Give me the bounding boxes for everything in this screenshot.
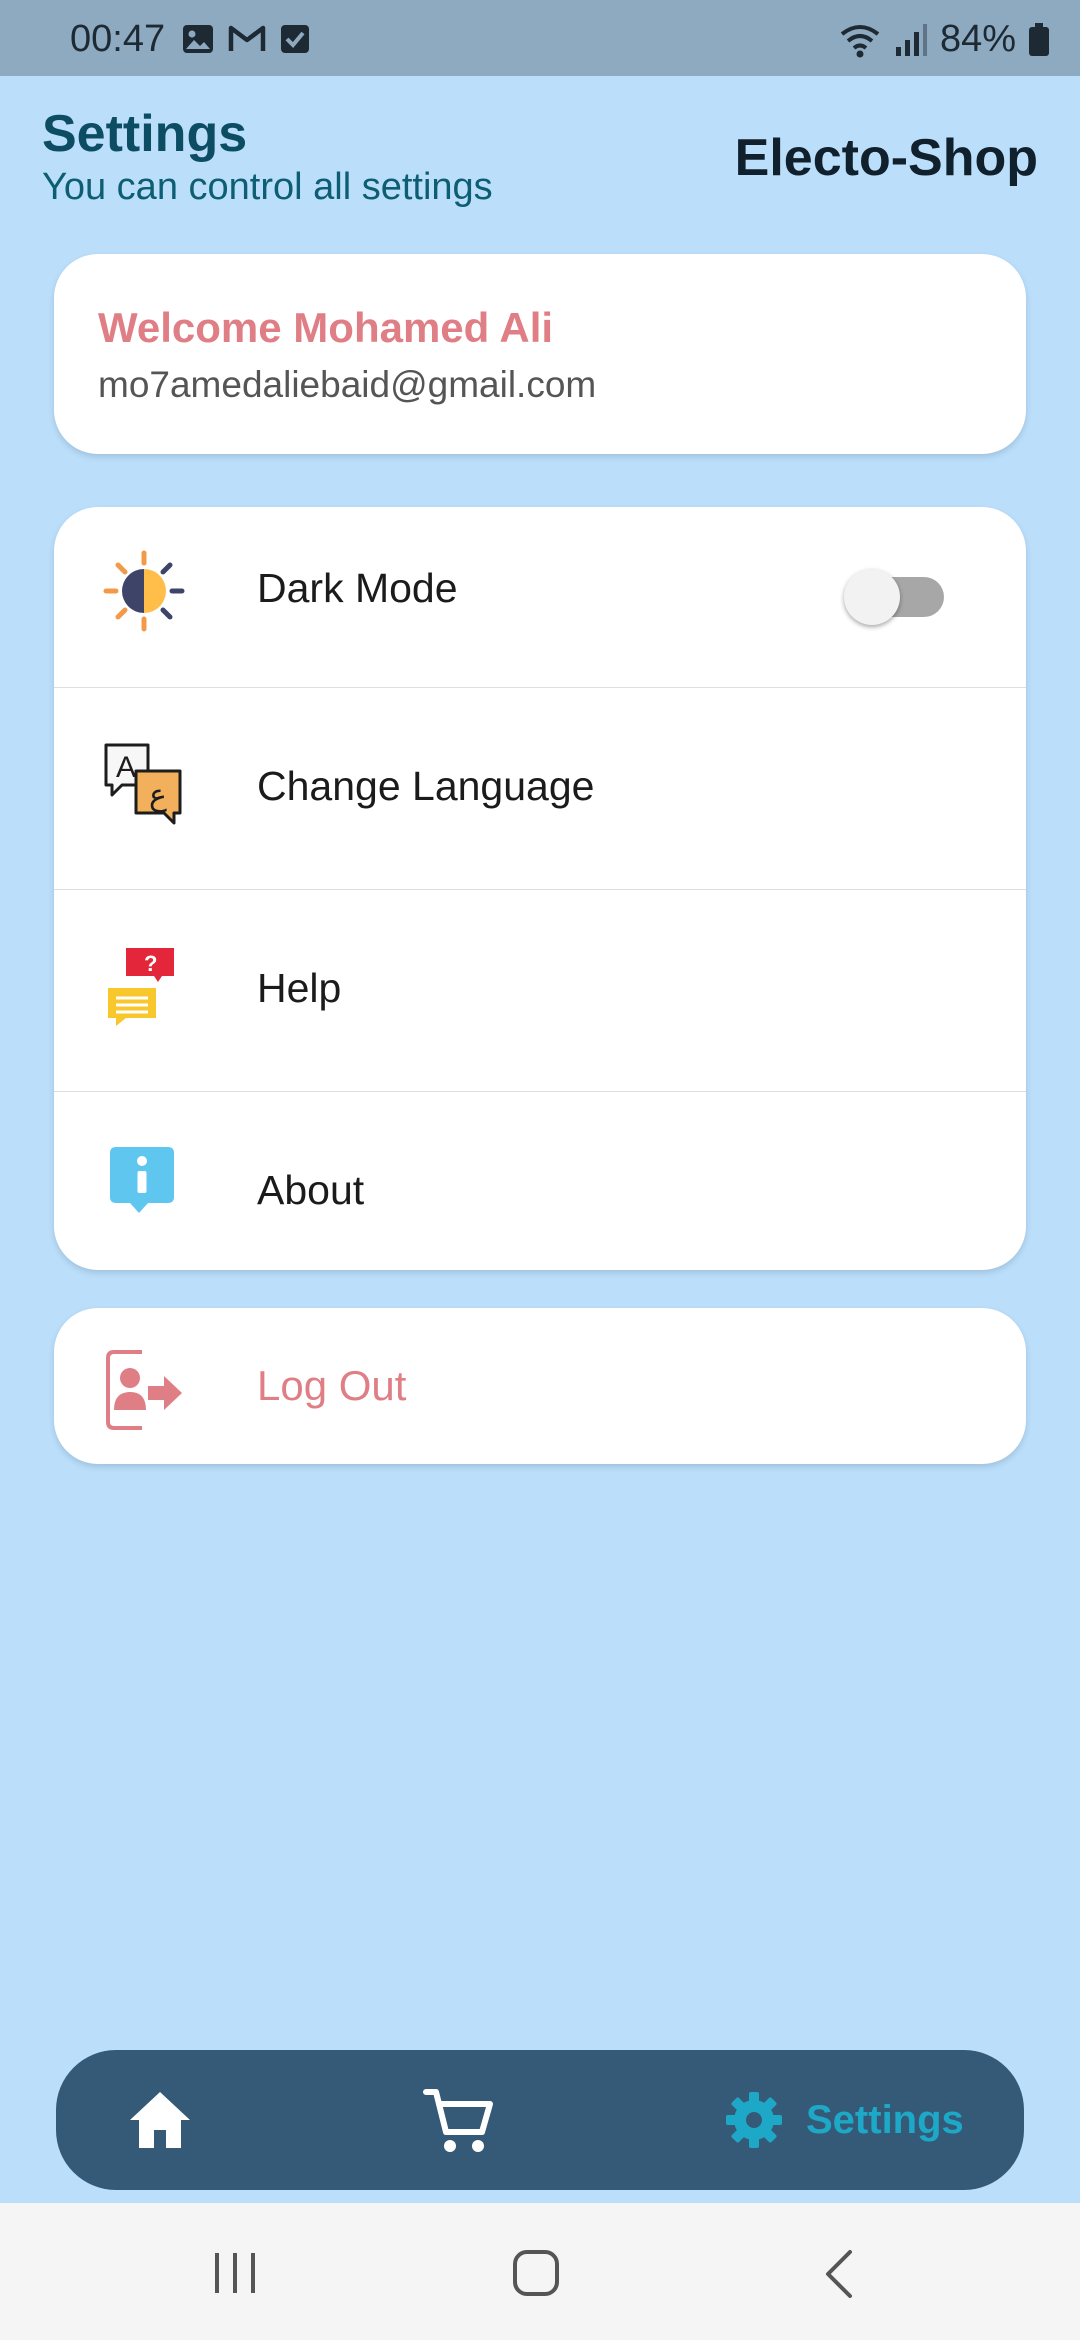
- menu-item-about[interactable]: About: [54, 1091, 1026, 1270]
- menu-item-label: Dark Mode: [257, 565, 458, 611]
- recent-apps-icon[interactable]: [212, 2251, 258, 2295]
- svg-text:?: ?: [144, 951, 157, 976]
- settings-menu: Dark Mode A ع Change Language ? Help Abo…: [54, 507, 1026, 1270]
- menu-item-help[interactable]: ? Help: [54, 889, 1026, 1092]
- battery-percent: 84%: [939, 18, 1016, 60]
- back-icon[interactable]: [822, 2249, 854, 2299]
- brand-name: Electo-Shop: [734, 129, 1038, 187]
- menu-item-label: Help: [257, 965, 342, 1011]
- status-bar: 00:47 84%: [0, 0, 1080, 76]
- gallery-icon: [183, 25, 213, 53]
- notification-icons: [182, 24, 310, 54]
- dark-mode-toggle[interactable]: [844, 565, 944, 625]
- svg-text:A: A: [116, 751, 136, 784]
- signal-icon: [895, 23, 927, 56]
- status-time: 00:47: [70, 18, 166, 60]
- checkbox-icon: [281, 25, 309, 53]
- page-subtitle: You can control all settings: [42, 166, 493, 208]
- user-email: mo7amedaliebaid@gmail.com: [98, 364, 597, 405]
- system-navigation-bar: [0, 2203, 1080, 2340]
- help-chat-icon: ?: [108, 948, 174, 1026]
- gmail-icon: [228, 25, 266, 51]
- svg-text:ع: ع: [149, 778, 167, 813]
- nav-settings-label: Settings: [806, 2097, 964, 2142]
- translate-icon: A ع: [104, 743, 182, 825]
- page-title: Settings: [42, 105, 248, 163]
- logout-icon: [106, 1350, 182, 1430]
- status-right: 84%: [838, 18, 1050, 61]
- logout-label: Log Out: [257, 1362, 407, 1409]
- bottom-navigation: Settings: [56, 2050, 1024, 2190]
- welcome-text: Welcome Mohamed Ali: [98, 304, 554, 351]
- menu-item-label: About: [257, 1167, 365, 1213]
- wifi-icon: [840, 24, 880, 57]
- toggle-thumb: [844, 569, 900, 625]
- menu-item-dark-mode[interactable]: Dark Mode: [54, 507, 1026, 688]
- user-card: Welcome Mohamed Ali mo7amedaliebaid@gmai…: [54, 254, 1026, 454]
- info-icon: [110, 1147, 174, 1213]
- nav-item-settings[interactable]: Settings: [724, 2080, 964, 2160]
- logout-button[interactable]: Log Out: [54, 1308, 1026, 1464]
- brightness-icon: [103, 550, 185, 632]
- menu-item-change-language[interactable]: A ع Change Language: [54, 687, 1026, 890]
- battery-icon: [1029, 22, 1049, 56]
- home-icon[interactable]: [126, 2086, 194, 2154]
- cart-icon[interactable]: [422, 2084, 494, 2156]
- home-button-icon[interactable]: [512, 2249, 560, 2297]
- menu-item-label: Change Language: [257, 763, 595, 809]
- settings-icon: [726, 2092, 782, 2148]
